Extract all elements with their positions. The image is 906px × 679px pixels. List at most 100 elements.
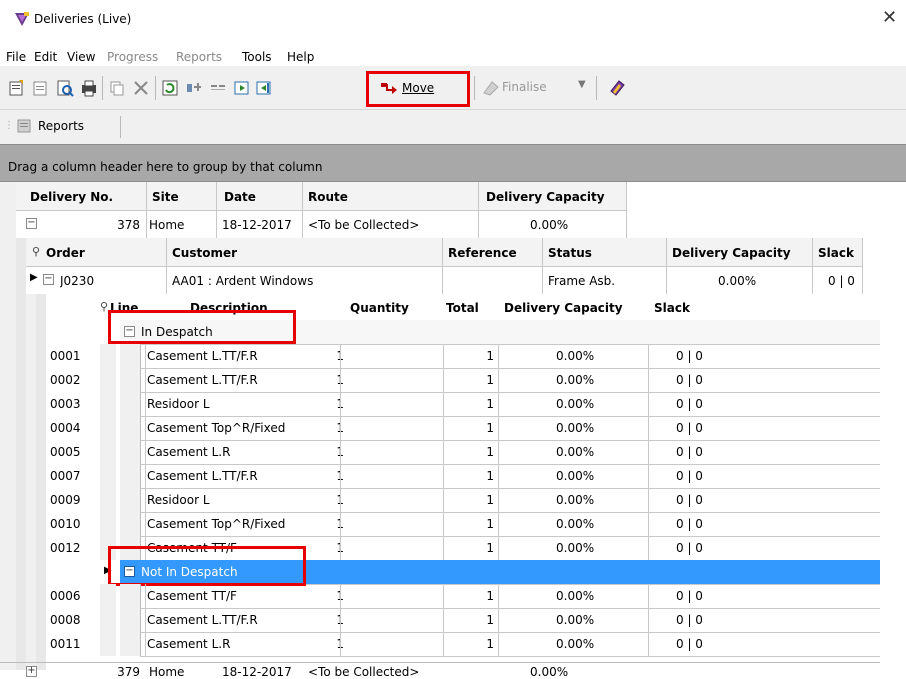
line-slack: 0 | 0 xyxy=(676,421,703,435)
close-icon[interactable]: ✕ xyxy=(882,7,897,28)
col-order-capacity[interactable]: Delivery Capacity xyxy=(672,246,791,260)
line-slack: 0 | 0 xyxy=(676,493,703,507)
next-delivery-route: <To be Collected> xyxy=(308,665,420,679)
menu-help[interactable]: Help xyxy=(287,50,314,64)
delivery-route: <To be Collected> xyxy=(308,218,420,232)
remove-line-icon[interactable] xyxy=(209,79,227,97)
line-slack: 0 | 0 xyxy=(676,637,703,651)
line-slack: 0 | 0 xyxy=(676,469,703,483)
menu-file[interactable]: File xyxy=(6,50,26,64)
menu-tools[interactable]: Tools xyxy=(242,50,272,64)
line-total: 1 xyxy=(486,637,494,651)
line-quantity: 1 xyxy=(310,421,344,435)
line-quantity: 1 xyxy=(310,493,344,507)
delivery-date: 18-12-2017 xyxy=(222,218,292,232)
line-description: Casement Top^R/Fixed xyxy=(147,517,286,531)
notes-book-icon[interactable] xyxy=(608,79,626,97)
export-icon[interactable] xyxy=(233,79,251,97)
line-description: Casement L.TT/F.R xyxy=(147,613,258,627)
delivery-site: Home xyxy=(149,218,185,232)
line-number: 0004 xyxy=(50,421,81,435)
menu-view[interactable]: View xyxy=(67,50,95,64)
order-capacity: 0.00% xyxy=(718,274,757,288)
preview-icon[interactable] xyxy=(56,79,74,97)
next-delivery-capacity: 0.00% xyxy=(530,665,569,679)
add-line-icon[interactable] xyxy=(185,79,203,97)
order-customer: AA01 : Ardent Windows xyxy=(172,274,314,288)
line-capacity: 0.00% xyxy=(556,613,595,627)
line-quantity: 1 xyxy=(310,637,344,651)
line-quantity: 1 xyxy=(310,349,344,363)
delivery-collapse-icon[interactable]: − xyxy=(26,218,37,229)
line-capacity: 0.00% xyxy=(556,517,595,531)
line-number: 0010 xyxy=(50,517,81,531)
line-number: 0012 xyxy=(50,541,81,555)
line-number: 0002 xyxy=(50,373,81,387)
line-number: 0001 xyxy=(50,349,81,363)
order-key-icon: ⚲ xyxy=(32,245,41,258)
finalise-dropdown-icon[interactable]: ▼ xyxy=(578,79,586,90)
col-delivery-capacity[interactable]: Delivery Capacity xyxy=(486,190,605,204)
line-description: Residoor L xyxy=(147,397,210,411)
col-date[interactable]: Date xyxy=(224,190,256,204)
line-description: Casement TT/F xyxy=(147,589,237,603)
edit-delivery-icon[interactable] xyxy=(32,79,50,97)
line-total: 1 xyxy=(486,397,494,411)
order-number: J0230 xyxy=(60,274,95,288)
col-order-slack[interactable]: Slack xyxy=(818,246,854,260)
line-description: Casement L.TT/F.R xyxy=(147,349,258,363)
line-total: 1 xyxy=(486,589,494,603)
line-total: 1 xyxy=(486,493,494,507)
col-customer[interactable]: Customer xyxy=(172,246,237,260)
line-key-icon: ⚲ xyxy=(100,300,109,313)
line-capacity: 0.00% xyxy=(556,349,595,363)
col-route[interactable]: Route xyxy=(308,190,348,204)
menu-bar: File Edit View Progress Reports Tools He… xyxy=(0,42,906,66)
menu-reports[interactable]: Reports xyxy=(176,50,222,64)
col-reference[interactable]: Reference xyxy=(448,246,517,260)
col-delivery-no[interactable]: Delivery No. xyxy=(30,190,113,204)
next-delivery-expand-icon[interactable]: + xyxy=(26,666,37,677)
new-delivery-icon[interactable] xyxy=(8,79,26,97)
line-slack: 0 | 0 xyxy=(676,349,703,363)
group-by-panel[interactable]: Drag a column header here to group by th… xyxy=(0,144,906,182)
order-row-indicator-icon: ▶ xyxy=(30,272,38,283)
order-collapse-icon[interactable]: − xyxy=(43,274,54,285)
line-total: 1 xyxy=(486,517,494,531)
line-description: Casement L.TT/F.R xyxy=(147,469,258,483)
move-highlight xyxy=(366,71,470,107)
line-capacity: 0.00% xyxy=(556,397,595,411)
delete-icon[interactable] xyxy=(132,79,150,97)
line-description: Casement L.R xyxy=(147,637,231,651)
col-quantity[interactable]: Quantity xyxy=(350,301,409,315)
line-capacity: 0.00% xyxy=(556,637,595,651)
line-description: Residoor L xyxy=(147,493,210,507)
next-delivery-date: 18-12-2017 xyxy=(222,665,292,679)
line-total: 1 xyxy=(486,469,494,483)
finalise-icon xyxy=(483,81,499,96)
line-slack: 0 | 0 xyxy=(676,397,703,411)
copy-icon[interactable] xyxy=(108,79,126,97)
order-status: Frame Asb. xyxy=(548,274,616,288)
menu-progress[interactable]: Progress xyxy=(107,50,158,64)
col-total[interactable]: Total xyxy=(446,301,479,315)
line-total: 1 xyxy=(486,613,494,627)
col-order[interactable]: Order xyxy=(46,246,85,260)
line-capacity: 0.00% xyxy=(556,373,595,387)
finalise-button[interactable]: Finalise xyxy=(502,80,547,94)
refresh-icon[interactable] xyxy=(161,79,179,97)
col-line-slack[interactable]: Slack xyxy=(654,301,690,315)
reports-button[interactable]: Reports xyxy=(38,119,84,133)
line-description: Casement L.TT/F.R xyxy=(147,373,258,387)
menu-edit[interactable]: Edit xyxy=(34,50,57,64)
line-total: 1 xyxy=(486,445,494,459)
col-status[interactable]: Status xyxy=(548,246,592,260)
print-icon[interactable] xyxy=(80,79,98,97)
col-line-capacity[interactable]: Delivery Capacity xyxy=(504,301,623,315)
col-site[interactable]: Site xyxy=(152,190,179,204)
import-icon[interactable] xyxy=(255,79,273,97)
line-total: 1 xyxy=(486,373,494,387)
line-total: 1 xyxy=(486,421,494,435)
line-slack: 0 | 0 xyxy=(676,517,703,531)
window-title: Deliveries (Live) xyxy=(34,12,132,26)
